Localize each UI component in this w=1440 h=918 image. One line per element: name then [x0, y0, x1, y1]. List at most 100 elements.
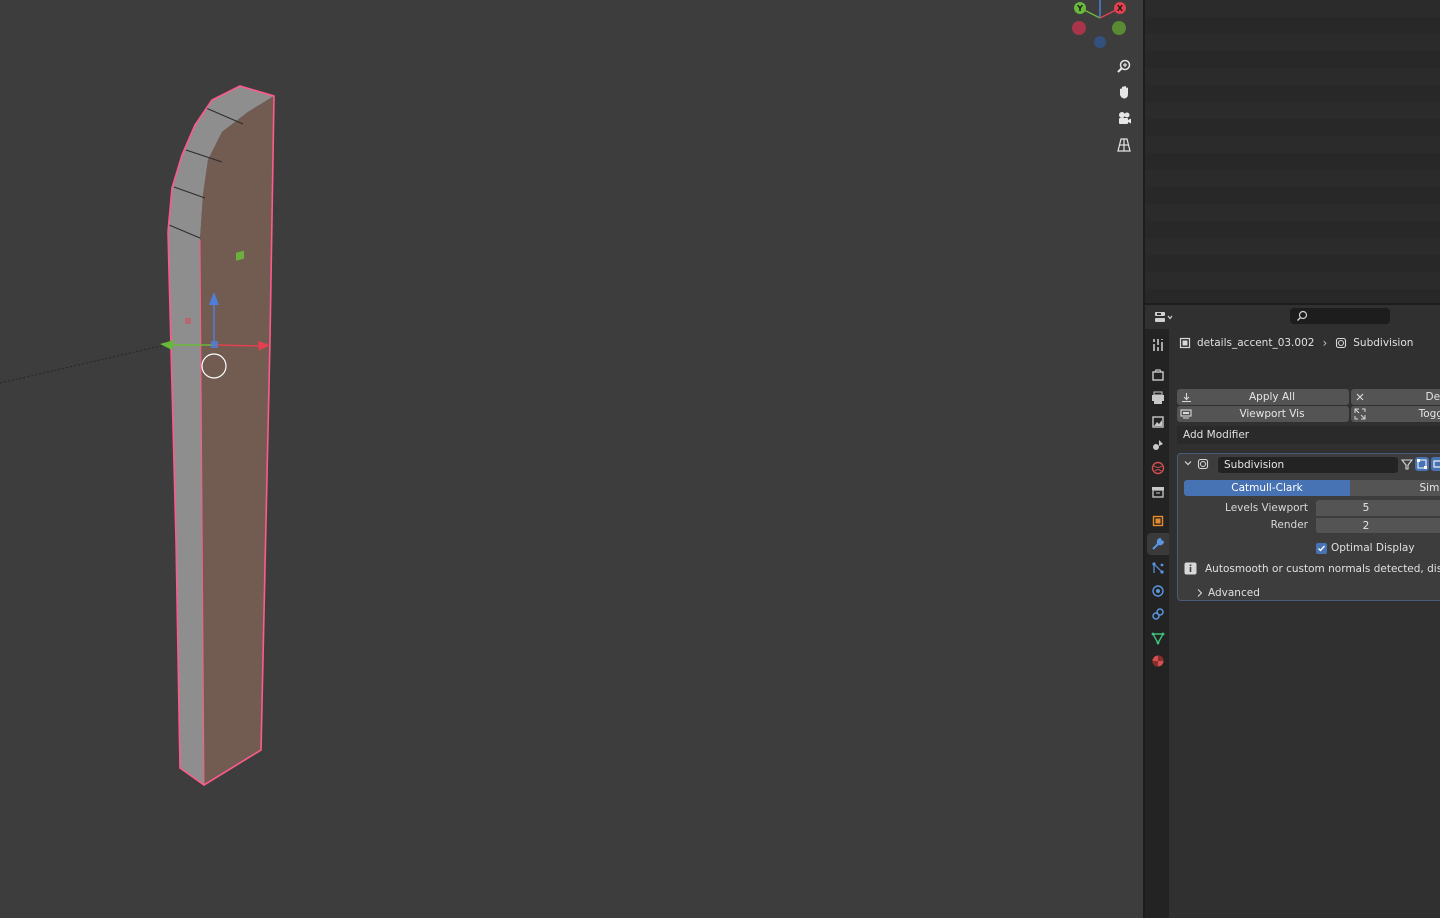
- outliner-panel[interactable]: [1145, 0, 1440, 303]
- constraints-tab-icon: [1152, 608, 1164, 620]
- outliner-row[interactable]: [1145, 17, 1440, 34]
- subdivision-modifier-icon: [1336, 337, 1347, 349]
- render-levels-field[interactable]: 2: [1316, 517, 1440, 533]
- outliner-row[interactable]: [1145, 272, 1440, 289]
- world-tab-icon: [1151, 461, 1165, 475]
- outliner-row[interactable]: [1145, 0, 1440, 17]
- tab-world[interactable]: [1147, 457, 1169, 479]
- breadcrumb-object-name: details_accent_03.002: [1197, 337, 1315, 349]
- perspective-toggle-button[interactable]: [1113, 134, 1135, 156]
- optimal-display-checkbox[interactable]: [1316, 542, 1327, 554]
- outliner-row[interactable]: [1145, 170, 1440, 187]
- outliner-row[interactable]: [1145, 136, 1440, 153]
- show-in-edit-mode-icon[interactable]: [1415, 457, 1429, 471]
- data-tab-icon: [1151, 632, 1165, 645]
- viewport-vis-label: Viewport Vis: [1239, 408, 1305, 420]
- add-modifier-label: Add Modifier: [1183, 429, 1250, 441]
- outliner-row[interactable]: [1145, 51, 1440, 68]
- chevron-down-icon[interactable]: [1183, 458, 1195, 471]
- svg-text:X: X: [1117, 4, 1124, 13]
- advanced-subpanel-header[interactable]: Advanced: [1196, 587, 1260, 599]
- outliner-row[interactable]: [1145, 204, 1440, 221]
- expand-arrows-icon: [1351, 408, 1369, 420]
- editor-type-button[interactable]: [1153, 308, 1179, 326]
- add-modifier-menu[interactable]: Add Modifier: [1177, 426, 1440, 444]
- tab-view-layer[interactable]: [1147, 411, 1169, 433]
- dashed-relationship-line: [0, 344, 166, 384]
- download-icon: [1177, 392, 1195, 403]
- outliner-row[interactable]: [1145, 255, 1440, 272]
- outliner-row[interactable]: [1145, 238, 1440, 255]
- info-message-text: Autosmooth or custom normals detected, d…: [1205, 562, 1440, 575]
- tool-tab-icon: [1153, 339, 1163, 351]
- chevron-right-icon: [1197, 589, 1203, 597]
- svg-text:Y: Y: [1076, 4, 1083, 13]
- tab-particles[interactable]: [1147, 557, 1169, 579]
- advanced-label: Advanced: [1208, 587, 1260, 599]
- search-icon: [1297, 310, 1308, 321]
- optimal-display-checkbox-row[interactable]: Optimal Display: [1316, 542, 1415, 554]
- outliner-row[interactable]: [1145, 119, 1440, 136]
- info-icon: [1184, 562, 1197, 575]
- outliner-row[interactable]: [1145, 68, 1440, 85]
- tab-output[interactable]: [1147, 387, 1169, 409]
- properties-search-input[interactable]: [1290, 308, 1390, 324]
- tab-collection[interactable]: [1147, 481, 1169, 503]
- tab-render[interactable]: [1147, 364, 1169, 386]
- monitor-icon: [1177, 409, 1195, 419]
- outliner-row[interactable]: [1145, 153, 1440, 170]
- properties-header: [1145, 305, 1440, 329]
- 3d-viewport[interactable]: Y X: [0, 0, 1143, 918]
- edit-mode-toggle-icon[interactable]: [1400, 457, 1414, 471]
- subdivision-modifier-icon: [1197, 458, 1209, 473]
- modifier-name-text: Subdivision: [1224, 459, 1285, 471]
- viewport-vis-button[interactable]: Viewport Vis: [1177, 406, 1349, 422]
- checkmark-icon: [1318, 545, 1326, 552]
- orientation-gizmo[interactable]: Y X: [1066, 0, 1136, 52]
- view-layer-tab-icon: [1152, 416, 1164, 428]
- outliner-row[interactable]: [1145, 85, 1440, 102]
- toggle-stack-button[interactable]: Togg: [1351, 406, 1440, 422]
- delete-all-button[interactable]: Del: [1351, 389, 1440, 405]
- tab-scene[interactable]: [1147, 434, 1169, 456]
- info-message: Autosmooth or custom normals detected, d…: [1184, 562, 1440, 575]
- simple-label: Simp: [1419, 482, 1440, 494]
- tab-constraints[interactable]: [1147, 603, 1169, 625]
- modifier-tab-icon: [1152, 537, 1165, 550]
- pan-button[interactable]: [1113, 81, 1135, 103]
- tab-object[interactable]: [1147, 510, 1169, 532]
- show-in-viewport-icon[interactable]: [1431, 457, 1440, 471]
- viewport-scene[interactable]: [0, 0, 1143, 918]
- particles-tab-icon: [1152, 562, 1164, 574]
- apply-all-button[interactable]: Apply All: [1177, 389, 1349, 405]
- tab-modifiers[interactable]: [1147, 533, 1169, 555]
- outliner-row[interactable]: [1145, 102, 1440, 119]
- properties-editor: details_accent_03.002 › Subdivision Appl…: [1145, 305, 1440, 918]
- optimal-display-label: Optimal Display: [1331, 542, 1415, 554]
- zoom-button[interactable]: [1113, 55, 1135, 77]
- levels-viewport-field[interactable]: 5: [1316, 500, 1440, 516]
- tab-material[interactable]: [1147, 650, 1169, 672]
- tab-tool[interactable]: [1147, 334, 1169, 356]
- camera-view-button[interactable]: [1113, 107, 1135, 129]
- levels-viewport-value: 5: [1362, 502, 1370, 514]
- collection-tab-icon: [1152, 487, 1164, 498]
- modifier-properties-content: details_accent_03.002 › Subdivision Appl…: [1169, 329, 1440, 918]
- outliner-row[interactable]: [1145, 34, 1440, 51]
- grid-perspective-icon: [1117, 138, 1131, 152]
- tab-data[interactable]: [1147, 627, 1169, 649]
- tab-physics[interactable]: [1147, 580, 1169, 602]
- properties-tabs: [1145, 329, 1169, 918]
- outliner-row[interactable]: [1145, 221, 1440, 238]
- outliner-row[interactable]: [1145, 289, 1440, 303]
- simple-option[interactable]: Simp: [1350, 480, 1440, 496]
- breadcrumb: details_accent_03.002 › Subdivision: [1179, 335, 1413, 351]
- render-tab-icon: [1152, 369, 1164, 381]
- catmull-clark-option[interactable]: Catmull-Clark: [1184, 480, 1350, 496]
- hand-icon: [1120, 86, 1128, 99]
- close-icon: [1351, 392, 1369, 402]
- modifier-panel-header[interactable]: Subdivision: [1178, 454, 1440, 476]
- subdivision-modifier-panel: Subdivision Catmull-Clark Simp Levels Vi…: [1177, 453, 1440, 601]
- outliner-row[interactable]: [1145, 187, 1440, 204]
- modifier-name-input[interactable]: Subdivision: [1218, 457, 1398, 473]
